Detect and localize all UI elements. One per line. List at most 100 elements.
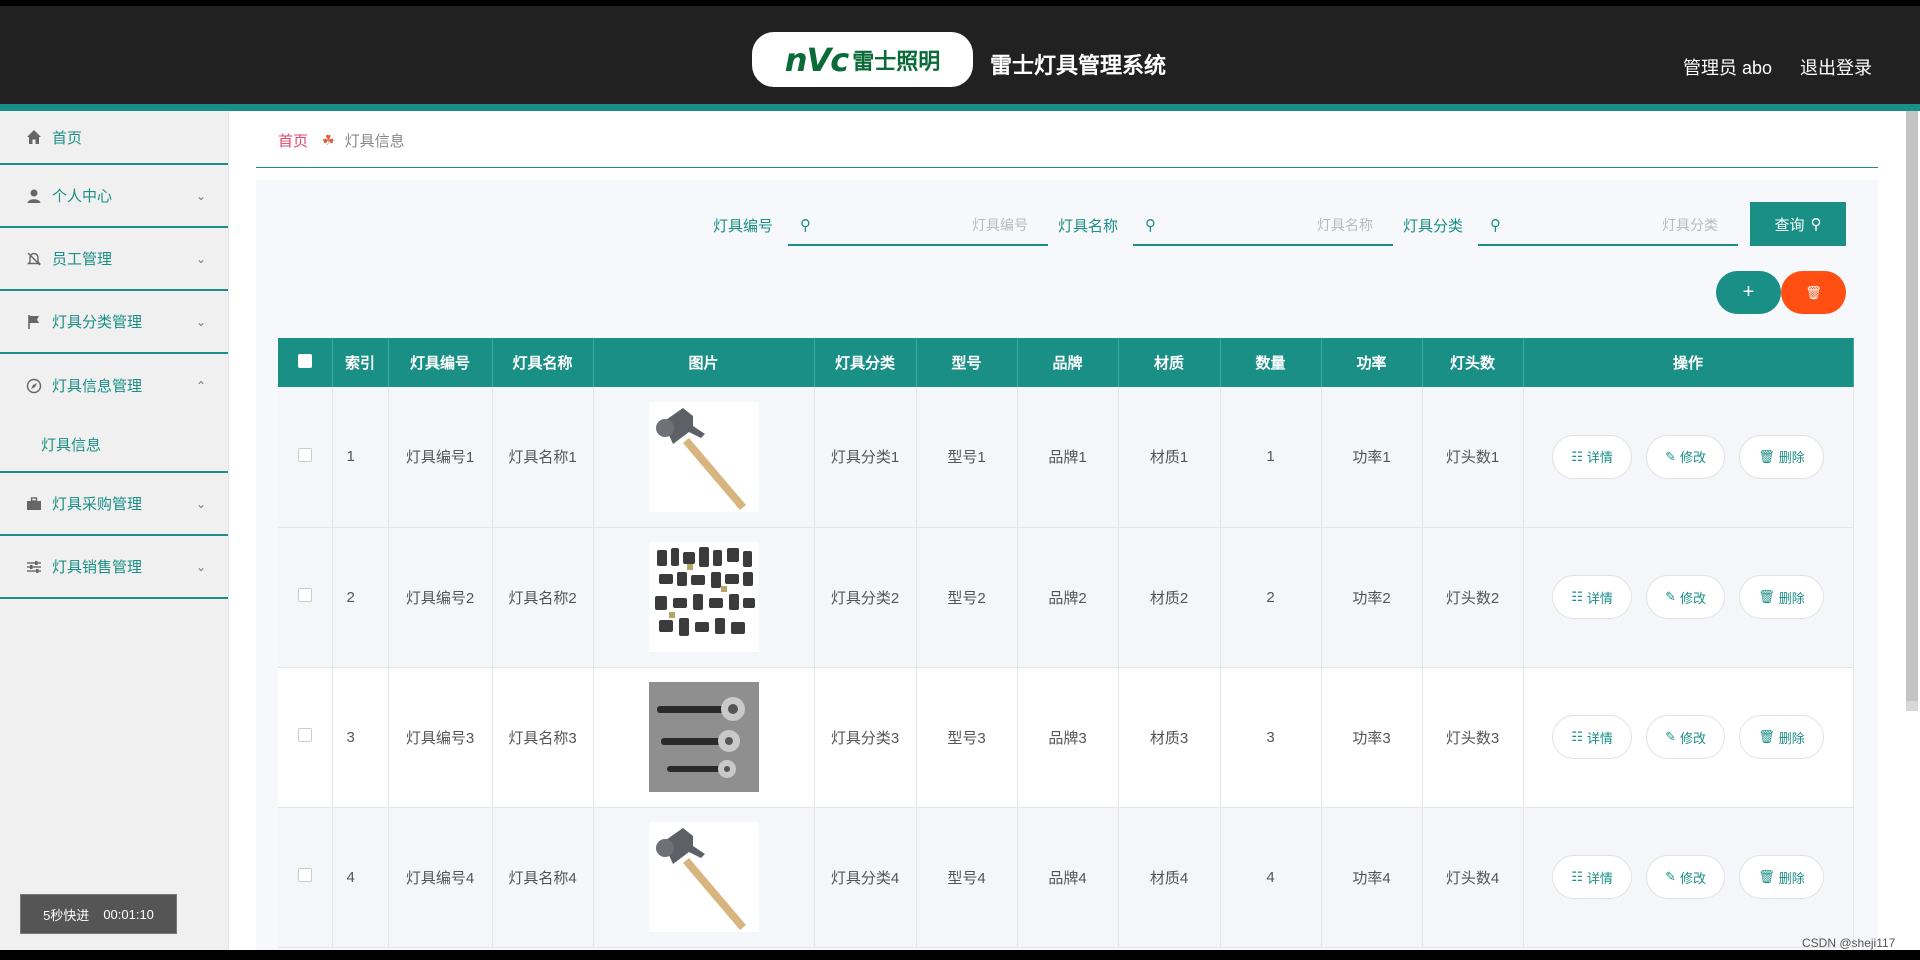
cell-category: 灯具分类3 — [814, 667, 917, 808]
sidebar-item-sales[interactable]: 灯具销售管理 ⌄ — [0, 536, 228, 599]
delete-label: 删除 — [1778, 450, 1805, 466]
cell-heads: 灯头数2 — [1422, 527, 1524, 668]
search-label-name: 灯具名称 — [1058, 218, 1119, 235]
wrenches-image[interactable] — [648, 682, 759, 792]
document-icon: ☷ — [1571, 589, 1583, 604]
select-all-checkbox[interactable] — [297, 353, 312, 368]
detail-button[interactable]: ☷ 详情 — [1552, 855, 1632, 899]
table-header: 数量 — [1220, 338, 1322, 387]
cell-material: 材质4 — [1118, 807, 1221, 948]
sidebar-item-label: 灯具销售管理 — [52, 559, 143, 576]
trash-icon: 🗑 — [1758, 448, 1775, 464]
search-icon: ⚲ — [1490, 217, 1501, 234]
playback-speed-indicator: 5秒快进 00:01:10 — [20, 894, 177, 934]
cell-material: 材质3 — [1118, 667, 1221, 808]
table-header: 图片 — [593, 338, 815, 387]
cell-image — [593, 667, 815, 808]
edit-button[interactable]: ✎ 修改 — [1646, 855, 1726, 899]
delete-label: 删除 — [1778, 590, 1805, 606]
breadcrumb-home[interactable]: 首页 — [278, 130, 308, 151]
briefcase-icon — [26, 496, 42, 512]
brand-logo: nVc 雷士照明 — [752, 32, 973, 87]
table-header: 功率 — [1321, 338, 1423, 387]
header-select-all[interactable] — [278, 338, 333, 387]
cell-power: 功率2 — [1321, 527, 1423, 668]
row-checkbox[interactable] — [297, 447, 312, 462]
logo-text: 雷士照明 — [852, 48, 941, 74]
row-checkbox[interactable] — [297, 588, 312, 602]
edit-icon: ✎ — [1665, 729, 1677, 744]
logout-link[interactable]: 退出登录 — [1800, 54, 1872, 80]
search-input-code[interactable] — [828, 212, 1028, 238]
search-field-category[interactable]: ⚲ — [1478, 206, 1738, 246]
search-input-name[interactable] — [1173, 212, 1373, 238]
search-input-category[interactable] — [1518, 212, 1718, 238]
row-select-cell[interactable] — [278, 387, 333, 528]
cell-image — [593, 527, 815, 668]
cell-category: 灯具分类1 — [814, 387, 917, 528]
query-button[interactable]: 查询 ⚲ — [1750, 202, 1846, 246]
sidebar-subitem-label: 灯具信息 — [41, 436, 102, 454]
logo-mark: nVc — [784, 40, 850, 79]
search-field-code[interactable]: ⚲ — [788, 206, 1048, 246]
batch-delete-button[interactable]: 🗑 — [1781, 271, 1846, 314]
sliders-icon — [26, 559, 42, 575]
row-checkbox[interactable] — [297, 868, 312, 882]
delete-button[interactable]: 🗑 删除 — [1739, 855, 1824, 899]
detail-button[interactable]: ☷ 详情 — [1552, 715, 1632, 759]
table-row: 1 灯具编号1 灯具名称1 灯具分类1 型号1 品牌1 材质1 1 功率1 灯头… — [278, 387, 1854, 528]
query-button-label: 查询 — [1774, 216, 1805, 234]
hammer-image[interactable] — [648, 822, 759, 932]
sidebar-subitem-lamp-info[interactable]: 灯具信息 — [0, 417, 228, 473]
sidebar-item-category[interactable]: 灯具分类管理 ⌄ — [0, 291, 228, 354]
row-select-cell[interactable] — [278, 667, 333, 808]
delete-label: 删除 — [1778, 870, 1805, 886]
flag-icon — [26, 314, 42, 330]
cell-brand: 品牌3 — [1017, 667, 1119, 808]
chevron-up-icon: ⌃ — [195, 378, 206, 393]
chevron-down-icon: ⌄ — [195, 251, 206, 266]
vertical-scrollbar-thumb[interactable] — [1906, 111, 1918, 701]
cell-index: 3 — [332, 667, 389, 808]
delete-button[interactable]: 🗑 删除 — [1739, 715, 1824, 759]
row-select-cell[interactable] — [278, 807, 333, 948]
table-row: 2 灯具编号2 灯具名称2 灯具分类2 型号2 品牌2 材质2 2 功率2 灯头… — [278, 527, 1854, 668]
detail-button[interactable]: ☷ 详情 — [1552, 434, 1632, 479]
cell-category: 灯具分类2 — [814, 527, 917, 668]
edit-label: 修改 — [1680, 590, 1707, 606]
sidebar-item-info[interactable]: 灯具信息管理 ⌃ — [0, 354, 228, 417]
sidebar-item-profile[interactable]: 个人中心 ⌄ — [0, 165, 228, 228]
table-row: 4 灯具编号4 灯具名称4 灯具分类4 型号4 品牌4 材质4 4 功率4 灯头… — [278, 807, 1854, 948]
sidebar-item-home[interactable]: 首页 — [0, 111, 228, 165]
header-bar: nVc 雷士照明 雷士灯具管理系统 管理员 abo 退出登录 — [0, 6, 1920, 104]
bottom-bar — [0, 950, 1920, 960]
row-checkbox[interactable] — [297, 728, 312, 742]
table-header: 灯具分类 — [814, 338, 917, 387]
sidebar-item-purchase[interactable]: 灯具采购管理 ⌄ — [0, 473, 228, 536]
table-header: 灯头数 — [1422, 338, 1524, 387]
table-header: 材质 — [1118, 338, 1221, 387]
delete-button[interactable]: 🗑 删除 — [1739, 575, 1824, 619]
sidebar-item-label: 灯具分类管理 — [52, 314, 143, 331]
detail-button[interactable]: ☷ 详情 — [1552, 575, 1632, 619]
parts-image[interactable] — [648, 542, 759, 652]
cell-code: 灯具编号1 — [388, 387, 493, 528]
cell-index: 2 — [332, 527, 389, 668]
edit-button[interactable]: ✎ 修改 — [1646, 715, 1726, 759]
add-button[interactable]: + — [1716, 271, 1781, 314]
table-header-row: 索引 灯具编号 灯具名称 图片 灯具分类 型号 品牌 材质 数量 功率 灯头数 … — [278, 338, 1854, 387]
sidebar-item-staff[interactable]: 员工管理 ⌄ — [0, 228, 228, 291]
cell-model: 型号3 — [916, 667, 1018, 808]
delete-button[interactable]: 🗑 删除 — [1739, 434, 1824, 479]
edit-button[interactable]: ✎ 修改 — [1646, 434, 1726, 479]
detail-label: 详情 — [1586, 870, 1613, 886]
cell-brand: 品牌4 — [1017, 807, 1119, 948]
trash-icon: 🗑 — [1758, 589, 1775, 604]
compass-icon — [26, 378, 42, 394]
edit-button[interactable]: ✎ 修改 — [1646, 575, 1726, 619]
hammer-image[interactable] — [648, 401, 759, 512]
search-field-name[interactable]: ⚲ — [1133, 206, 1393, 246]
bell-off-icon — [26, 251, 42, 267]
table-header: 型号 — [916, 338, 1018, 387]
row-select-cell[interactable] — [278, 527, 333, 668]
